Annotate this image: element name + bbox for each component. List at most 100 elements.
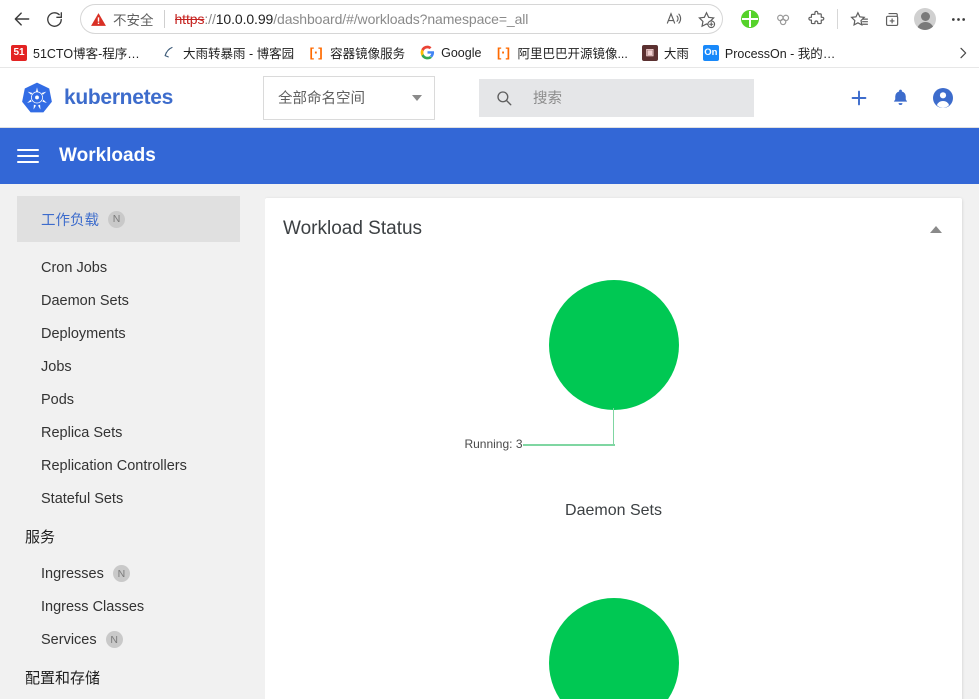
extension-green-button[interactable]	[735, 4, 765, 34]
brand-label: kubernetes	[64, 85, 174, 109]
url-scheme: https	[174, 11, 205, 27]
bookmark-google[interactable]: Google	[412, 42, 488, 64]
app-body: 工作负载 N Cron Jobs Daemon Sets Deployments…	[0, 184, 979, 699]
chevron-up-icon[interactable]	[930, 225, 942, 233]
search-placeholder: 搜索	[533, 91, 563, 107]
hamburger-menu-icon[interactable]	[17, 149, 39, 163]
add-favorite-button[interactable]	[691, 4, 721, 34]
bookmark-label: 51CTO博客-程序员...	[33, 47, 147, 61]
status-badge: N	[112, 565, 130, 582]
extensions-button[interactable]	[801, 4, 831, 34]
leader-line-horizontal	[522, 444, 615, 446]
sidebar-item-workloads[interactable]: 工作负载 N	[17, 196, 240, 242]
sidebar-section-label: 服务	[25, 528, 56, 546]
sidebar-item-label: Pods	[41, 391, 75, 408]
main-content: Workload Status Running: 3 Daemon Sets	[265, 184, 979, 699]
sidebar-item-label: Ingresses	[41, 565, 104, 582]
bookmark-dayu[interactable]: ▣ 大雨	[635, 40, 696, 65]
bookmark-processon[interactable]: On ProcessOn - 我的文...	[696, 40, 846, 65]
address-bar[interactable]: 不安全 https://10.0.0.99/dashboard/#/worklo…	[80, 4, 723, 34]
sidebar-item-services[interactable]: Services N	[0, 623, 265, 656]
collections-button[interactable]	[877, 4, 907, 34]
chevron-right-icon	[960, 47, 967, 58]
reload-icon	[46, 11, 62, 27]
card-header: Workload Status	[265, 198, 962, 260]
bookmark-51cto[interactable]: 51 51CTO博客-程序员...	[4, 40, 154, 65]
namespace-selector[interactable]: 全部命名空间	[263, 75, 436, 120]
extension-links-icon	[776, 14, 789, 25]
notifications-button[interactable]	[890, 87, 911, 108]
read-aloud-button[interactable]	[659, 4, 689, 34]
extensions-puzzle-icon	[807, 10, 824, 24]
back-arrow-icon	[14, 12, 30, 26]
status-badge: N	[105, 631, 123, 648]
sidebar-item-replica-sets[interactable]: Replica Sets	[0, 416, 265, 449]
bookmark-acr[interactable]: [·] 容器镜像服务	[301, 40, 412, 65]
extension-green-icon	[741, 10, 759, 28]
sidebar-item-label: Replica Sets	[41, 424, 123, 441]
url-host: 10.0.0.99	[215, 11, 274, 27]
google-favicon	[419, 45, 435, 61]
sidebar-item-jobs[interactable]: Jobs	[0, 350, 265, 383]
settings-more-button[interactable]	[943, 4, 973, 34]
toolbar-divider	[837, 9, 838, 29]
charts-area: Running: 3 Daemon Sets	[265, 260, 962, 699]
bookmark-label: 大雨	[663, 47, 689, 61]
card-title: Workload Status	[283, 218, 423, 239]
bookmark-label: 容器镜像服务	[330, 47, 406, 61]
sidebar-item-ingress-classes[interactable]: Ingress Classes	[0, 590, 265, 623]
sidebar-section-services: 服务	[0, 515, 265, 557]
bookmarks-bar: 51 51CTO博客-程序员... 大雨转暴雨 - 博客园 [·] 容器镜像服务	[0, 38, 979, 68]
create-button[interactable]	[848, 87, 870, 109]
extension-links-button[interactable]	[768, 4, 798, 34]
reload-button[interactable]	[38, 3, 70, 35]
sidebar-item-pods[interactable]: Pods	[0, 383, 265, 416]
account-circle-icon	[933, 87, 953, 108]
read-aloud-icon	[666, 12, 682, 24]
sidebar-item-stateful-sets[interactable]: Stateful Sets	[0, 482, 265, 515]
bell-icon	[893, 89, 908, 106]
bookmark-label: 阿里巴巴开源镜像...	[517, 47, 628, 61]
sidebar-item-cron-jobs[interactable]: Cron Jobs	[0, 251, 265, 284]
sidebar-nav: 工作负载 N Cron Jobs Daemon Sets Deployments…	[0, 184, 265, 699]
url-display: https://10.0.0.99/dashboard/#/workloads?…	[175, 11, 529, 27]
sidebar-item-label: Cron Jobs	[41, 259, 108, 276]
profile-button[interactable]	[910, 4, 940, 34]
pie-chart[interactable]: Running: 3	[439, 268, 789, 498]
back-button[interactable]	[6, 3, 38, 35]
account-button[interactable]	[931, 86, 955, 110]
chart-daemon-sets: Running: 3 Daemon Sets	[265, 268, 962, 578]
dayu-favicon: ▣	[641, 44, 658, 61]
page-toolbar: Workloads	[0, 128, 979, 184]
kubernetes-brand[interactable]: kubernetes	[20, 81, 173, 115]
sidebar-item-ingresses[interactable]: Ingresses N	[0, 557, 265, 590]
chart-second	[265, 586, 962, 699]
search-icon	[497, 90, 512, 105]
settings-more-icon	[951, 17, 965, 21]
browser-toolbar-actions	[729, 4, 973, 34]
add-favorite-star-icon	[697, 10, 715, 28]
bookmark-label: Google	[441, 45, 482, 60]
51cto-favicon: 51	[11, 44, 27, 61]
status-badge: N	[108, 210, 125, 228]
browser-nav-bar: 不安全 https://10.0.0.99/dashboard/#/worklo…	[0, 0, 979, 38]
kubernetes-helm-logo	[22, 82, 52, 112]
sidebar-item-label: Ingress Classes	[41, 598, 145, 615]
workload-status-card: Workload Status Running: 3 Daemon Sets	[265, 198, 962, 699]
sidebar-item-replication-controllers[interactable]: Replication Controllers	[0, 449, 265, 482]
sidebar-item-daemon-sets[interactable]: Daemon Sets	[0, 284, 265, 317]
bookmark-aliyun-mirror[interactable]: [·] 阿里巴巴开源镜像...	[488, 40, 634, 65]
chart-caption: Daemon Sets	[565, 502, 662, 519]
pie-annotation-running: Running: 3	[464, 437, 523, 451]
favorites-button[interactable]	[844, 4, 874, 34]
pie-slice-running	[548, 598, 679, 699]
pie-chart[interactable]	[439, 586, 789, 699]
bookmarks-overflow-button[interactable]	[951, 41, 975, 65]
bookmark-label: ProcessOn - 我的文...	[724, 47, 839, 61]
search-input[interactable]: 搜索	[479, 78, 755, 117]
bookmark-cnblogs[interactable]: 大雨转暴雨 - 博客园	[154, 40, 301, 65]
sidebar-item-label: Stateful Sets	[41, 490, 124, 507]
omnibox-divider	[163, 10, 165, 28]
sidebar-item-deployments[interactable]: Deployments	[0, 317, 265, 350]
namespace-value: 全部命名空间	[278, 91, 366, 107]
